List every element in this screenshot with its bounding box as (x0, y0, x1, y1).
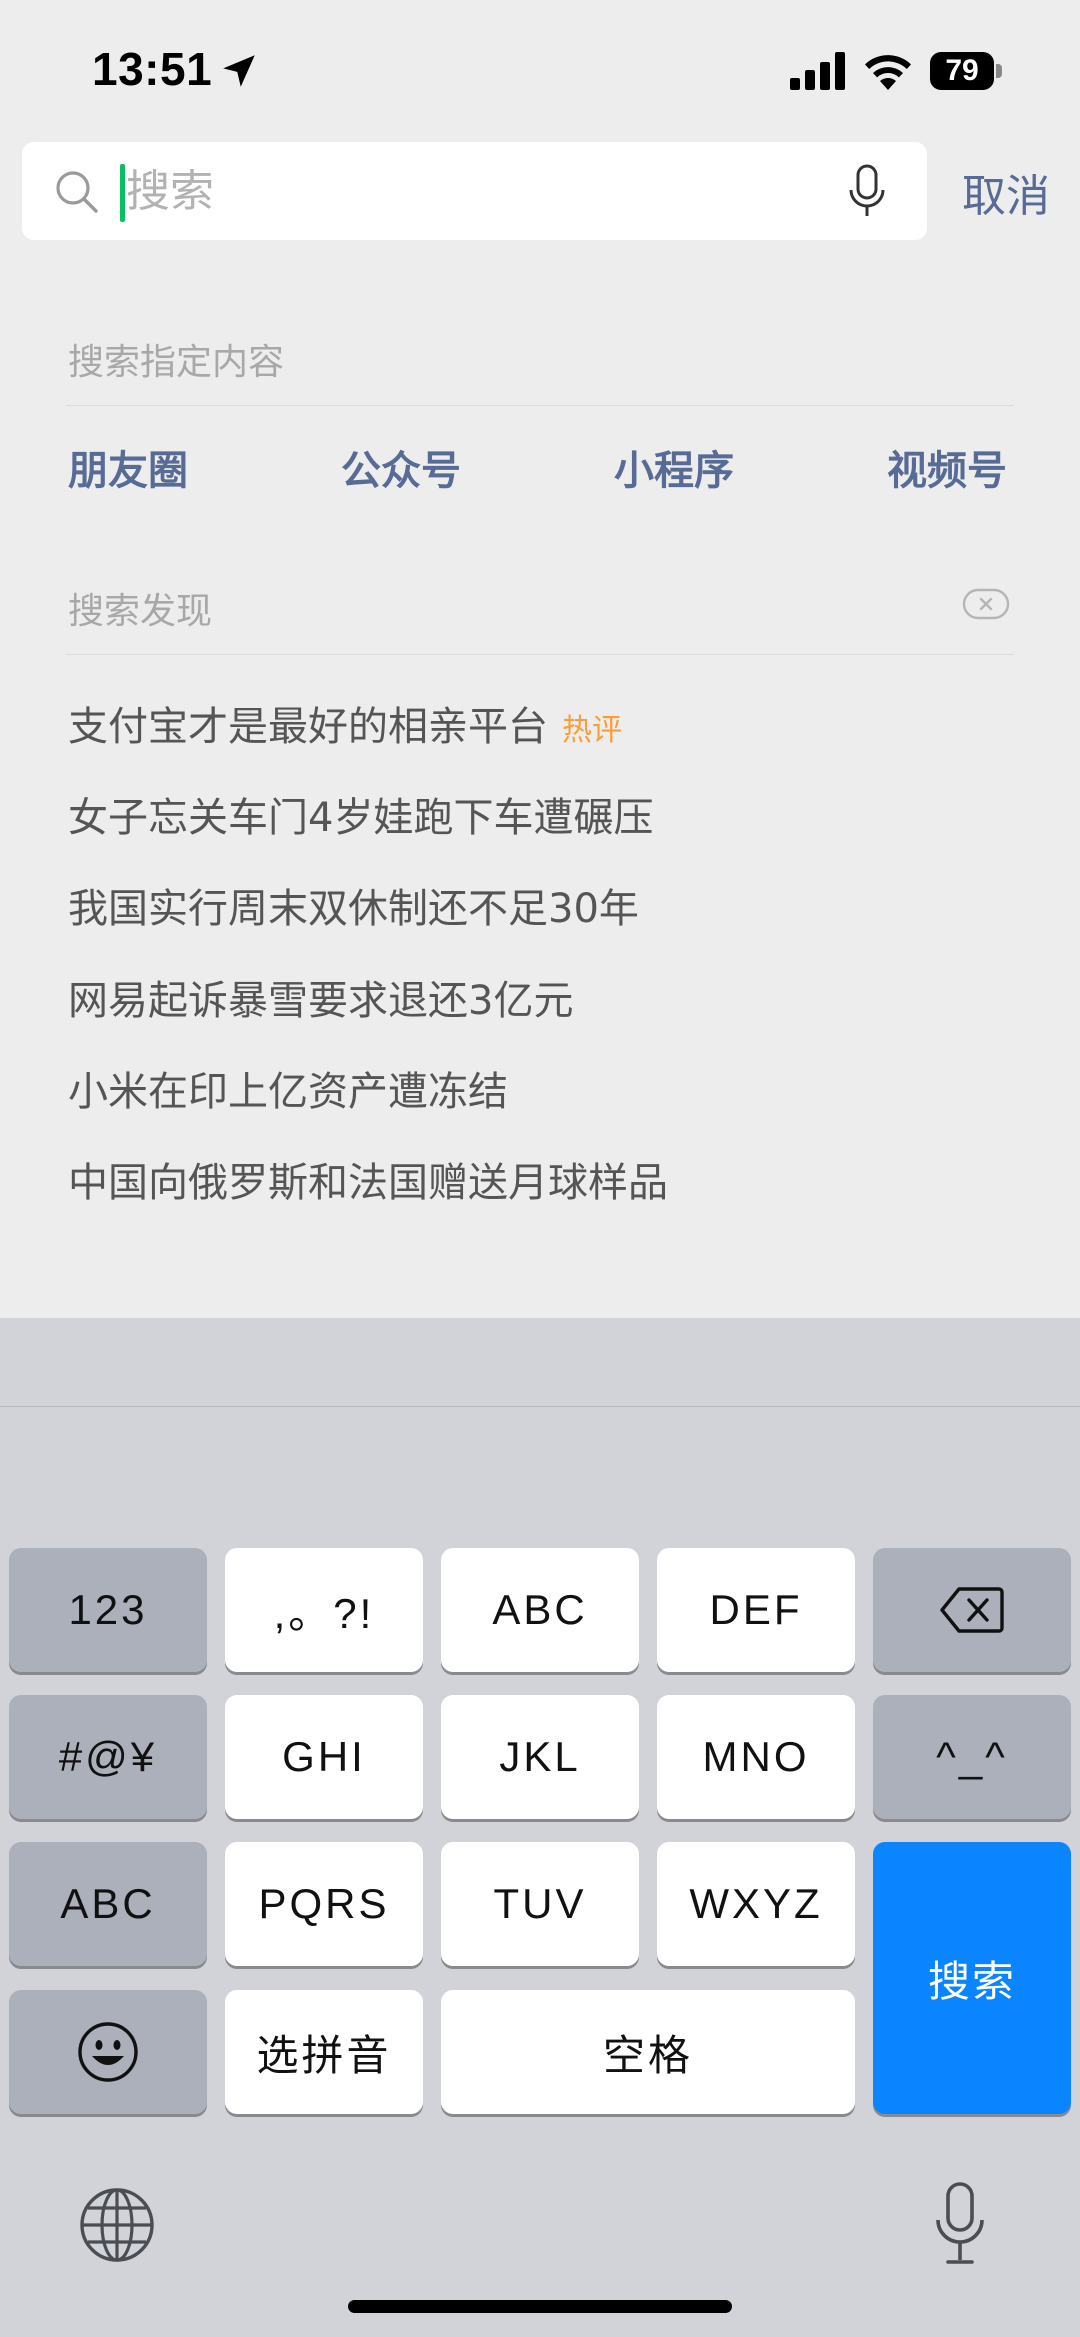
category-row: 朋友圈 公众号 小程序 视频号 (0, 438, 1080, 498)
divider (66, 654, 1014, 655)
category-official-accounts[interactable]: 公众号 (341, 438, 461, 496)
key-ghi[interactable]: GHI (225, 1695, 423, 1819)
key-symbols[interactable]: #@¥ (9, 1695, 207, 1819)
dictation-mic-icon[interactable] (930, 2180, 990, 2270)
battery-icon: 79 (930, 52, 1004, 90)
clear-discover-icon[interactable] (962, 588, 1010, 620)
search-key[interactable]: 搜索 (873, 1842, 1071, 2114)
category-mini-programs[interactable]: 小程序 (614, 438, 734, 496)
trend-item[interactable]: 小米在印上亿资产遭冻结 (68, 1059, 508, 1117)
key-punctuation[interactable]: ,。?! (225, 1548, 423, 1672)
category-moments[interactable]: 朋友圈 (68, 438, 188, 496)
emoji-icon (78, 2022, 138, 2082)
status-bar: 13:51 79 (0, 0, 1080, 130)
key-pinyin-select[interactable]: 选拼音 (225, 1990, 423, 2114)
key-tuv[interactable]: TUV (441, 1842, 639, 1966)
keyboard-candidate-bar (0, 1406, 1080, 1407)
hot-comment-badge: 热评 (562, 713, 622, 748)
key-pqrs[interactable]: PQRS (225, 1842, 423, 1966)
status-time: 13:51 (92, 43, 213, 95)
delete-key[interactable] (873, 1548, 1071, 1672)
trend-item[interactable]: 中国向俄罗斯和法国赠送月球样品 (68, 1150, 668, 1208)
home-indicator[interactable] (348, 2300, 732, 2313)
search-icon (56, 171, 98, 213)
section-title-specified: 搜索指定内容 (68, 342, 285, 383)
trend-item[interactable]: 女子忘关车门4岁娃跑下车遭碾压 (68, 785, 653, 843)
text-cursor (120, 164, 125, 222)
keyboard (0, 1318, 1080, 2337)
key-wxyz[interactable]: WXYZ (657, 1842, 855, 1966)
category-channels[interactable]: 视频号 (887, 438, 1007, 496)
cancel-button[interactable]: 取消 (962, 160, 1050, 224)
key-mno[interactable]: MNO (657, 1695, 855, 1819)
section-title-discover: 搜索发现 (68, 591, 213, 632)
divider (66, 405, 1014, 406)
battery-level: 79 (945, 54, 979, 87)
wifi-icon (865, 55, 911, 90)
trend-text: 支付宝才是最好的相亲平台 (68, 704, 548, 750)
globe-icon[interactable] (78, 2186, 156, 2264)
search-input[interactable] (126, 142, 766, 240)
key-abc-switch[interactable]: ABC (9, 1842, 207, 1966)
trend-item[interactable]: 我国实行周末双休制还不足30年 (68, 876, 639, 934)
trend-item[interactable]: 支付宝才是最好的相亲平台 热评 (68, 694, 622, 752)
emoji-key[interactable] (9, 1990, 207, 2114)
cellular-signal-icon (790, 52, 845, 90)
key-123[interactable]: 123 (9, 1548, 207, 1672)
trend-item[interactable]: 网易起诉暴雪要求退还3亿元 (68, 968, 573, 1026)
search-bar[interactable] (22, 142, 927, 240)
voice-input-icon[interactable] (842, 162, 892, 222)
backspace-icon (940, 1587, 1004, 1633)
key-abc[interactable]: ABC (441, 1548, 639, 1672)
key-def[interactable]: DEF (657, 1548, 855, 1672)
key-jkl[interactable]: JKL (441, 1695, 639, 1819)
space-key[interactable]: 空格 (441, 1990, 855, 2114)
key-emoticon[interactable]: ^_^ (873, 1695, 1071, 1819)
location-arrow-icon (223, 55, 255, 87)
